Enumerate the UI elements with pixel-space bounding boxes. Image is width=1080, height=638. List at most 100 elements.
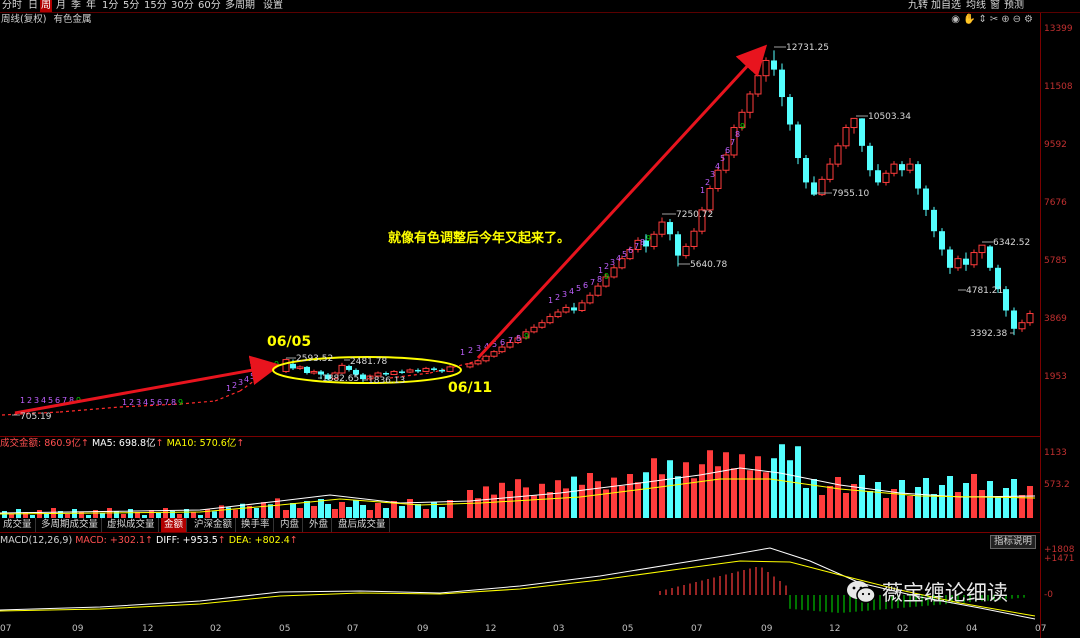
nine-turn-digit: 1 xyxy=(460,348,465,357)
nine-turn-digit: 9 xyxy=(178,398,183,407)
volume-bar xyxy=(755,456,761,518)
ytick: 7676 xyxy=(1044,198,1067,208)
period-tab-multi[interactable]: 多周期 xyxy=(224,0,256,12)
volume-bar xyxy=(931,494,937,518)
volume-bar xyxy=(339,502,345,518)
period-tab-month[interactable]: 月 xyxy=(55,0,67,12)
window-toggle[interactable]: 窗 xyxy=(990,0,1000,12)
candle-body xyxy=(818,178,826,196)
period-tab-60min[interactable]: 60分 xyxy=(197,0,222,12)
candle-body xyxy=(390,370,398,376)
price-label: 12731.25 xyxy=(786,43,829,53)
price-label: 5640.78 xyxy=(690,260,727,270)
jiuzhuan-toggle[interactable]: 九转 xyxy=(908,0,928,12)
candle-body xyxy=(446,366,454,372)
price-label: 1882.65 xyxy=(322,374,359,384)
volume-bar xyxy=(707,450,713,518)
settings-tab[interactable]: 设置 xyxy=(262,0,284,12)
xtick: 09 xyxy=(417,624,429,634)
volume-bar xyxy=(595,481,601,518)
volume-bar xyxy=(325,504,331,518)
period-tab-week[interactable]: 周 xyxy=(40,0,52,12)
candle-body xyxy=(779,69,785,98)
nine-turn-digit: 7 xyxy=(634,242,639,251)
up-arrow-icon: ↑ xyxy=(289,535,298,546)
nine-turn-digit: 5 xyxy=(576,284,581,293)
volume-bar xyxy=(915,487,921,518)
nine-turn-digit: 8 xyxy=(735,130,740,139)
volume-bar xyxy=(507,491,513,518)
period-tab-year[interactable]: 年 xyxy=(85,0,97,12)
volume-bar xyxy=(531,495,537,518)
candle-body xyxy=(586,294,594,304)
volume-bar xyxy=(987,481,993,518)
volume-bar xyxy=(555,480,561,518)
candle-body xyxy=(954,258,962,269)
tab-virtual-volume[interactable]: 虚拟成交量 xyxy=(104,518,159,532)
nine-turn-digit: 6 xyxy=(583,281,588,290)
volume-bar xyxy=(819,495,825,518)
up-arrow-icon: ↑ xyxy=(217,535,226,546)
nine-turn-digit: 5 xyxy=(150,398,155,407)
period-tab-day[interactable]: 日 xyxy=(27,0,39,12)
nine-turn-digit: 4 xyxy=(715,162,720,171)
tab-turnover[interactable]: 换手率 xyxy=(238,518,274,532)
candle-body xyxy=(498,346,506,353)
volume-bar xyxy=(747,470,753,518)
up-arrow-icon: ↑ xyxy=(80,438,89,449)
period-tab-1min[interactable]: 1分 xyxy=(101,0,119,12)
indicator-tabs: 成交量 多周期成交量 虚拟成交量 金额 沪深金额 换手率 内盘 外盘 盘后成交量 xyxy=(0,518,1040,532)
volume-bar xyxy=(360,505,366,518)
period-tab-5min[interactable]: 5分 xyxy=(122,0,140,12)
candle-body xyxy=(530,326,538,333)
candle-body xyxy=(667,222,673,235)
nine-turn-digit: 6 xyxy=(628,246,633,255)
xtick: 04 xyxy=(966,624,978,634)
volume-bar xyxy=(423,509,429,518)
tab-hs-amount[interactable]: 沪深金额 xyxy=(191,518,237,532)
volume-bar xyxy=(699,464,705,518)
indicator-help-button[interactable]: 指标说明 xyxy=(990,535,1037,549)
volume-ma10: MA10: 570.6亿 xyxy=(166,438,237,449)
nine-turn-digit: 3 xyxy=(610,258,615,267)
candle-body xyxy=(842,127,850,147)
volume-bar xyxy=(439,507,445,518)
candle-body xyxy=(490,351,498,357)
nine-turn-digit: 6 xyxy=(500,338,505,347)
nine-turn-digit: 2 xyxy=(705,178,710,187)
tab-after-hours[interactable]: 盘后成交量 xyxy=(335,518,390,532)
volume-bar xyxy=(795,446,801,518)
volume-bar xyxy=(375,503,381,518)
nine-turn-digit: 3 xyxy=(710,170,715,179)
volume-bar xyxy=(731,468,737,518)
tab-amount[interactable]: 金额 xyxy=(161,518,188,532)
ma-toggle[interactable]: 均线 xyxy=(966,0,986,12)
period-tab-quarter[interactable]: 季 xyxy=(70,0,82,12)
candle-body xyxy=(610,267,618,278)
nine-turn-digit: 2 xyxy=(555,293,560,302)
volume-bar xyxy=(835,477,841,518)
period-tab-fenshi[interactable]: 分时 xyxy=(1,0,23,12)
macd-divider xyxy=(0,532,1040,533)
trend-arrow xyxy=(476,44,768,360)
tab-inner[interactable]: 内盘 xyxy=(277,518,304,532)
volume-label: 成交金额: xyxy=(0,438,42,449)
nine-turn-digit: 3 xyxy=(136,398,141,407)
candle-body xyxy=(754,75,762,95)
candle-body xyxy=(875,170,881,183)
add-favorite-button[interactable]: 加自选 xyxy=(931,0,961,12)
candle-body xyxy=(422,367,430,372)
tab-outer[interactable]: 外盘 xyxy=(306,518,333,532)
tab-volume[interactable]: 成交量 xyxy=(0,518,36,532)
volume-bar xyxy=(787,460,793,518)
tab-multi-volume[interactable]: 多周期成交量 xyxy=(38,518,103,532)
candle-body xyxy=(1018,322,1026,330)
volume-bar xyxy=(851,484,857,518)
period-tab-15min[interactable]: 15分 xyxy=(143,0,168,12)
volume-bar xyxy=(304,501,310,518)
period-tab-30min[interactable]: 30分 xyxy=(170,0,195,12)
nine-turn-digit: 3 xyxy=(238,378,243,387)
forecast-toggle[interactable]: 预测 xyxy=(1004,0,1024,12)
xtick: 07 xyxy=(1035,624,1047,634)
nine-turn-digit: 5 xyxy=(622,250,627,259)
